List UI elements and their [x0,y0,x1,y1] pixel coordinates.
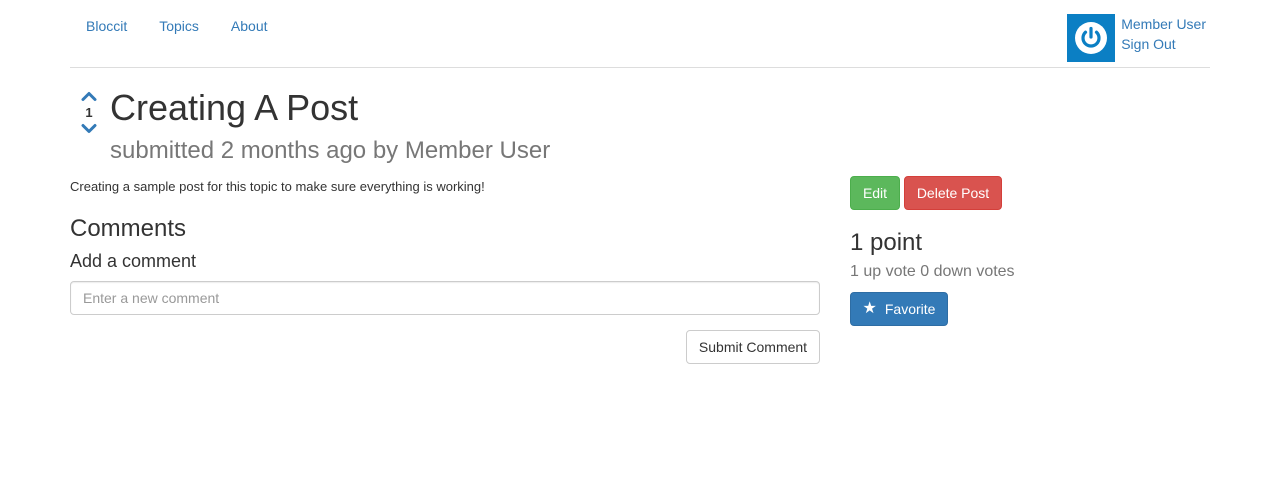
comment-input[interactable] [70,281,820,315]
favorite-button[interactable]: ★ Favorite [850,292,948,326]
vote-count: 1 [85,105,93,120]
power-icon [1075,22,1108,54]
sign-out-link[interactable]: Sign Out [1121,34,1206,54]
vote-breakdown: 1 up vote 0 down votes [850,263,1015,280]
submit-comment-button[interactable]: Submit Comment [686,330,820,364]
user-name-link[interactable]: Member User [1121,14,1206,34]
points-total: 1 point [850,229,923,256]
top-navbar: Bloccit Topics About Member User Sign Ou… [70,0,1210,68]
post-body: Creating a sample post for this topic to… [70,179,485,194]
user-box: Member User Sign Out [1067,14,1206,62]
delete-post-button[interactable]: Delete Post [904,176,1002,210]
vote-controls: 1 [80,90,98,135]
user-links: Member User Sign Out [1121,14,1206,54]
comments-heading: Comments [70,215,187,242]
downvote-chevron-icon[interactable] [80,123,98,135]
nav-link-about[interactable]: About [215,17,284,35]
avatar[interactable] [1067,14,1116,62]
upvote-chevron-icon[interactable] [80,90,98,102]
favorite-label: Favorite [884,301,936,317]
star-icon: ★ [862,300,877,317]
nav-link-topics[interactable]: Topics [143,17,215,35]
nav-links: Bloccit Topics About [70,17,284,35]
nav-link-bloccit[interactable]: Bloccit [70,17,143,35]
post-title: Creating A Post [110,87,359,128]
add-comment-label: Add a comment [70,251,197,271]
post-meta: submitted 2 months ago by Member User [110,137,551,164]
edit-button[interactable]: Edit [850,176,900,210]
